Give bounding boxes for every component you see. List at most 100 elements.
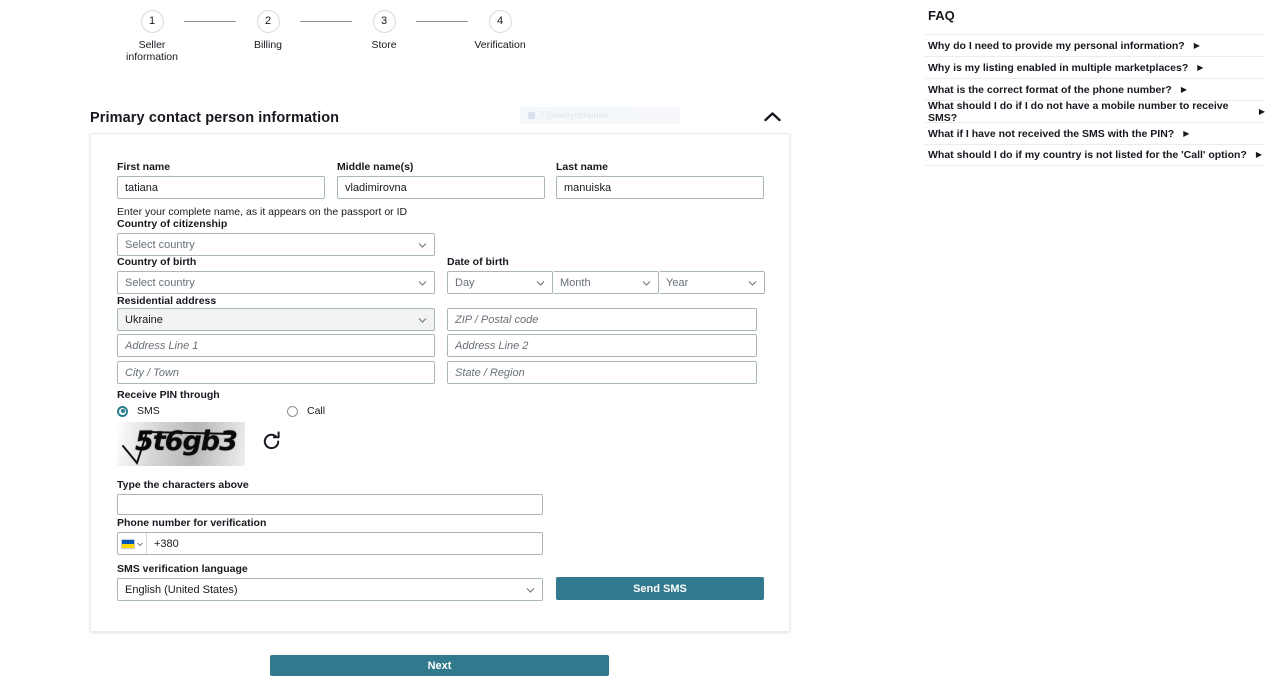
- chevron-down-icon: [418, 278, 427, 287]
- address-line-2-input[interactable]: [447, 334, 757, 357]
- state-region-input[interactable]: [447, 361, 757, 384]
- faq-panel: FAQ Why do I need to provide my personal…: [925, 8, 1265, 166]
- address-line-1-input[interactable]: [117, 334, 435, 357]
- sms-language-select[interactable]: English (United States): [117, 578, 543, 601]
- ukraine-flag-icon: [121, 539, 135, 549]
- faq-question: What if I have not received the SMS with…: [928, 128, 1174, 140]
- last-name-input[interactable]: [556, 176, 764, 199]
- phone-input-wrapper: [117, 532, 543, 555]
- faq-question: What should I do if my country is not li…: [928, 149, 1247, 161]
- captcha-input[interactable]: [117, 494, 543, 515]
- caret-right-icon: ▶: [1197, 64, 1203, 72]
- ghost-overlay-chip: Прямоугольник: [520, 107, 680, 124]
- caret-right-icon: ▶: [1259, 108, 1265, 116]
- captcha-text: 5t6gb3: [135, 426, 237, 457]
- chevron-down-icon: [137, 541, 143, 547]
- sms-language-label: SMS verification language: [117, 563, 543, 575]
- country-birth-select[interactable]: Select country: [117, 271, 435, 294]
- country-code-selector[interactable]: [118, 533, 147, 554]
- faq-question: What should I do if I do not have a mobi…: [928, 100, 1250, 124]
- radio-sms[interactable]: [117, 406, 128, 417]
- captcha-input-label: Type the characters above: [117, 479, 543, 491]
- middle-name-input[interactable]: [337, 176, 545, 199]
- residential-address-label: Residential address: [117, 295, 757, 307]
- residential-country-value: Ukraine: [125, 314, 163, 326]
- last-name-label: Last name: [556, 161, 764, 173]
- dob-month-value: Month: [560, 277, 591, 289]
- captcha-input-group: Type the characters above: [117, 479, 543, 515]
- step-number-2: 2: [257, 10, 280, 33]
- registration-stepper: 1 Seller information 2 Billing 3 Store 4…: [120, 10, 540, 72]
- faq-item[interactable]: Why do I need to provide my personal inf…: [925, 34, 1265, 56]
- stepper-connector-2: [300, 21, 352, 22]
- send-sms-button[interactable]: Send SMS: [556, 577, 764, 600]
- chevron-up-icon[interactable]: [762, 106, 782, 126]
- primary-contact-form-card: First name Middle name(s) Last name Ente…: [90, 133, 790, 632]
- faq-item[interactable]: What is the correct format of the phone …: [925, 78, 1265, 100]
- seller-registration-page: 1 Seller information 2 Billing 3 Store 4…: [0, 0, 1280, 677]
- date-of-birth-group: Date of birth Day Month Year: [447, 256, 765, 294]
- chevron-down-icon: [642, 278, 651, 287]
- country-citizenship-select[interactable]: Select country: [117, 233, 435, 256]
- last-name-group: Last name: [556, 161, 764, 199]
- stepper-step-4[interactable]: 4 Verification: [468, 10, 532, 51]
- step-number-4: 4: [489, 10, 512, 33]
- faq-item[interactable]: What should I do if I do not have a mobi…: [925, 100, 1265, 122]
- refresh-icon[interactable]: [261, 431, 282, 457]
- sms-language-group: SMS verification language English (Unite…: [117, 563, 543, 601]
- dob-year-value: Year: [666, 277, 688, 289]
- receive-pin-label: Receive PIN through: [117, 389, 517, 401]
- stepper-step-1[interactable]: 1 Seller information: [120, 10, 184, 63]
- phone-number-input[interactable]: [147, 533, 542, 554]
- radio-sms-label: SMS: [137, 405, 160, 417]
- caret-right-icon: ▶: [1256, 151, 1262, 159]
- radio-option-sms[interactable]: SMS: [117, 405, 287, 417]
- chevron-down-icon: [536, 278, 545, 287]
- faq-item[interactable]: Why is my listing enabled in multiple ma…: [925, 56, 1265, 78]
- stepper-connector-1: [184, 21, 236, 22]
- faq-item[interactable]: What if I have not received the SMS with…: [925, 122, 1265, 144]
- country-birth-value: Select country: [125, 277, 195, 289]
- caret-right-icon: ▶: [1183, 130, 1189, 138]
- stepper-step-3[interactable]: 3 Store: [352, 10, 416, 51]
- residential-country-select[interactable]: Ukraine: [117, 308, 435, 331]
- country-citizenship-value: Select country: [125, 239, 195, 251]
- dob-month-select[interactable]: Month: [553, 271, 659, 294]
- dob-year-select[interactable]: Year: [659, 271, 765, 294]
- phone-label: Phone number for verification: [117, 517, 543, 529]
- step-label-2: Billing: [232, 39, 304, 51]
- date-of-birth-label: Date of birth: [447, 256, 765, 268]
- radio-option-call[interactable]: Call: [287, 405, 325, 417]
- ghost-chip-label: Прямоугольник: [541, 110, 608, 121]
- chevron-down-icon: [418, 240, 427, 249]
- chevron-down-icon: [526, 585, 535, 594]
- step-label-4: Verification: [464, 39, 536, 51]
- caret-right-icon: ▶: [1194, 42, 1200, 50]
- zip-postal-input[interactable]: [447, 308, 757, 331]
- stepper-connector-3: [416, 21, 468, 22]
- country-citizenship-label: Country of citizenship: [117, 218, 435, 230]
- sms-language-value: English (United States): [125, 584, 238, 596]
- country-citizenship-group: Country of citizenship Select country: [117, 218, 435, 256]
- section-header: Primary contact person information Прямо…: [90, 104, 790, 132]
- step-number-1: 1: [141, 10, 164, 33]
- dob-day-value: Day: [455, 277, 475, 289]
- next-button[interactable]: Next: [270, 655, 609, 676]
- radio-call[interactable]: [287, 406, 298, 417]
- city-town-input[interactable]: [117, 361, 435, 384]
- name-hint-text: Enter your complete name, as it appears …: [117, 206, 617, 218]
- stepper-step-2[interactable]: 2 Billing: [236, 10, 300, 51]
- phone-group: Phone number for verification: [117, 517, 543, 555]
- faq-item[interactable]: What should I do if my country is not li…: [925, 144, 1265, 166]
- receive-pin-group: Receive PIN through SMS Call: [117, 389, 517, 417]
- middle-name-group: Middle name(s): [337, 161, 545, 199]
- captcha-group: 5t6gb3: [117, 422, 282, 466]
- first-name-group: First name: [117, 161, 325, 199]
- country-birth-group: Country of birth Select country: [117, 256, 435, 294]
- chevron-down-icon: [748, 278, 757, 287]
- page-title: Primary contact person information: [90, 110, 339, 126]
- middle-name-label: Middle name(s): [337, 161, 545, 173]
- dob-day-select[interactable]: Day: [447, 271, 553, 294]
- caret-right-icon: ▶: [1181, 86, 1187, 94]
- first-name-input[interactable]: [117, 176, 325, 199]
